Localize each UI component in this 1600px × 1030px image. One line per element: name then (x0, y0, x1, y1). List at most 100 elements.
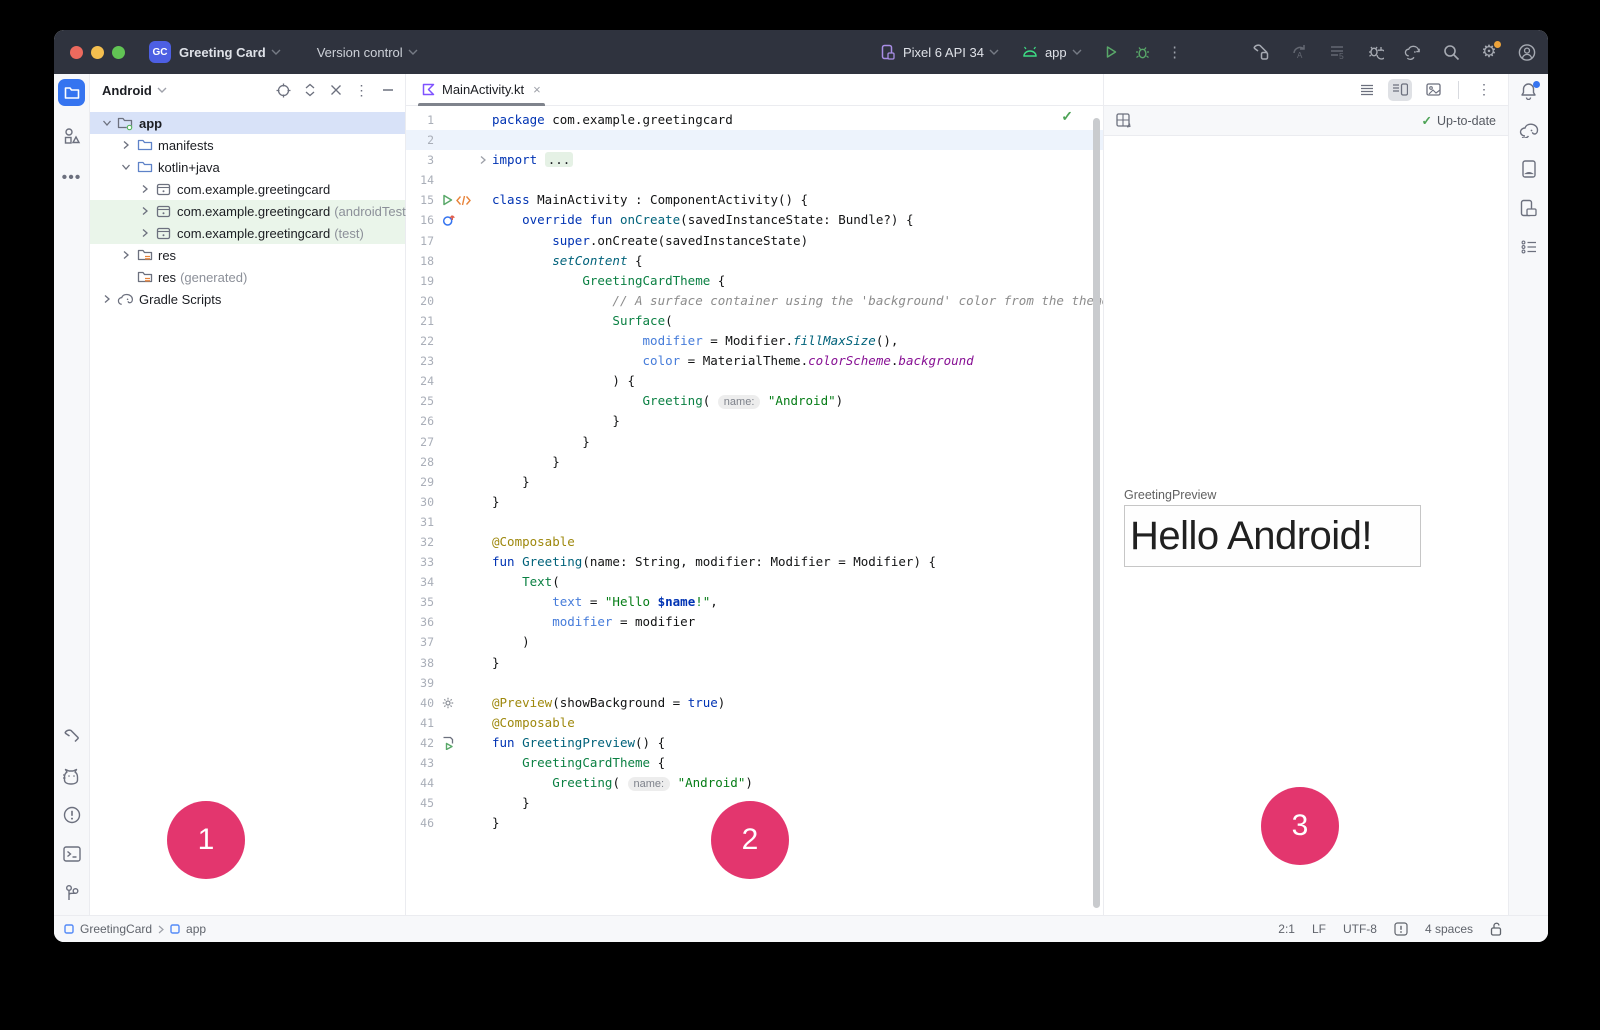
code-line[interactable]: 37 ) (406, 632, 1103, 652)
close-tab-icon[interactable]: × (533, 82, 541, 97)
problems-tool-window-icon[interactable] (62, 805, 82, 825)
settings-button[interactable]: ⚙ (1480, 43, 1498, 61)
code-view-button[interactable] (1355, 79, 1379, 101)
tree-item[interactable]: app (90, 112, 405, 134)
zoom-window-icon[interactable] (112, 46, 125, 59)
code-line[interactable]: 43 GreetingCardTheme { (406, 753, 1103, 773)
code-line[interactable]: 23 color = MaterialTheme.colorScheme.bac… (406, 351, 1103, 371)
expand-all-button[interactable] (302, 83, 317, 98)
code-line[interactable]: 30} (406, 492, 1103, 512)
tag-icon[interactable] (456, 195, 471, 206)
code-line[interactable]: 33fun Greeting(name: String, modifier: M… (406, 552, 1103, 572)
override-icon[interactable] (442, 214, 455, 227)
fold-chevron-icon[interactable] (476, 155, 490, 165)
code-line[interactable]: 22 modifier = Modifier.fillMaxSize(), (406, 331, 1103, 351)
notifications-icon[interactable] (1519, 81, 1539, 101)
inspections-ok-icon[interactable]: ✓ (1061, 108, 1073, 125)
project-name-menu[interactable]: Greeting Card (179, 45, 266, 60)
previewRun-icon[interactable] (442, 736, 454, 750)
indent-setting[interactable]: 4 spaces (1425, 922, 1473, 936)
code-line[interactable]: 21 Surface( (406, 311, 1103, 331)
profiler-button[interactable] (1366, 43, 1384, 61)
code-line[interactable]: 44 Greeting( name: "Android") (406, 773, 1103, 793)
tree-item[interactable]: res (90, 244, 405, 266)
code-line[interactable]: 34 Text( (406, 572, 1103, 592)
terminal-tool-window-icon[interactable] (62, 844, 82, 864)
caret-position[interactable]: 2:1 (1278, 922, 1295, 936)
code-line[interactable]: 14 (406, 170, 1103, 190)
minimize-window-icon[interactable] (91, 46, 104, 59)
hide-panel-button[interactable] (380, 83, 395, 98)
build-variants-button[interactable]: 5 (1328, 43, 1346, 61)
tab-mainactivity[interactable]: MainActivity.kt × (418, 74, 545, 105)
code-line[interactable]: 17 super.onCreate(savedInstanceState) (406, 231, 1103, 251)
code-line[interactable]: 20 // A surface container using the 'bac… (406, 291, 1103, 311)
code-area[interactable]: 1package com.example.greetingcard23impor… (406, 106, 1103, 915)
version-control-menu[interactable]: Version control (317, 45, 403, 60)
preview-composable-label[interactable]: GreetingPreview (1124, 488, 1216, 502)
code-line[interactable]: 16 override fun onCreate(savedInstanceSt… (406, 210, 1103, 230)
code-line[interactable]: 1package com.example.greetingcard (406, 110, 1103, 130)
resource-manager-icon[interactable] (62, 126, 82, 146)
chevron-down-icon[interactable] (100, 119, 114, 127)
line-separator[interactable]: LF (1312, 922, 1326, 936)
running-devices-icon[interactable] (1519, 198, 1539, 218)
code-line[interactable]: 25 Greeting( name: "Android") (406, 391, 1103, 411)
run-button[interactable] (1102, 43, 1120, 61)
search-everywhere-button[interactable] (1442, 43, 1460, 61)
breadcrumb-module[interactable]: app (186, 922, 206, 936)
code-line[interactable]: 26 } (406, 411, 1103, 431)
tree-item[interactable]: com.example.greetingcard (90, 178, 405, 200)
readonly-lock-icon[interactable] (1490, 922, 1502, 936)
chevron-down-icon[interactable] (119, 163, 133, 171)
chevron-right-icon[interactable] (138, 206, 152, 216)
profile-avatar-button[interactable] (1518, 43, 1536, 61)
code-line[interactable]: 31 (406, 512, 1103, 532)
chevron-right-icon[interactable] (100, 294, 114, 304)
code-line[interactable]: 35 text = "Hello $name!", (406, 592, 1103, 612)
highlighting-level-icon[interactable] (1394, 922, 1408, 936)
build-button[interactable] (1252, 43, 1270, 61)
file-encoding[interactable]: UTF-8 (1343, 922, 1377, 936)
code-line[interactable]: 36 modifier = modifier (406, 612, 1103, 632)
version-control-tool-window-icon[interactable] (62, 883, 82, 903)
code-line[interactable]: 32@Composable (406, 532, 1103, 552)
tree-item[interactable]: manifests (90, 134, 405, 156)
window-controls[interactable] (54, 46, 125, 59)
code-line[interactable]: 29 } (406, 472, 1103, 492)
panel-options-button[interactable]: ⋮ (354, 83, 369, 98)
code-line[interactable]: 27 } (406, 432, 1103, 452)
gradle-tool-window-icon[interactable] (1519, 120, 1539, 140)
code-line[interactable]: 38} (406, 653, 1103, 673)
project-view-selector[interactable]: Android (102, 83, 152, 98)
structure-list-icon[interactable] (1519, 237, 1539, 257)
locate-file-button[interactable] (276, 83, 291, 98)
preview-options-button[interactable]: ⋮ (1472, 79, 1496, 101)
chevron-right-icon[interactable] (119, 140, 133, 150)
code-line[interactable]: 28 } (406, 452, 1103, 472)
code-line[interactable]: 42fun GreetingPreview() { (406, 733, 1103, 753)
compose-preview-frame[interactable]: Hello Android! (1124, 505, 1421, 567)
tree-item[interactable]: Gradle Scripts (90, 288, 405, 310)
tree-item[interactable]: res(generated) (90, 266, 405, 288)
device-manager-icon[interactable] (1519, 159, 1539, 179)
project-tool-window-button[interactable] (58, 79, 85, 106)
chevron-right-icon[interactable] (119, 250, 133, 260)
code-line[interactable]: 24 ) { (406, 371, 1103, 391)
build-tool-window-icon[interactable] (62, 727, 82, 747)
code-line[interactable]: 2 (406, 130, 1103, 150)
editor-scrollbar[interactable] (1093, 118, 1100, 908)
run-icon[interactable] (442, 194, 453, 206)
more-tool-windows-icon[interactable]: ••• (62, 168, 82, 188)
split-view-button[interactable] (1388, 79, 1412, 101)
more-actions-button[interactable]: ⋮ (1166, 43, 1184, 61)
switch-layout-icon[interactable] (1116, 113, 1131, 128)
breadcrumb-project[interactable]: GreetingCard (80, 922, 152, 936)
code-line[interactable]: 15class MainActivity : ComponentActivity… (406, 190, 1103, 210)
design-view-button[interactable] (1421, 79, 1445, 101)
tree-item[interactable]: com.example.greetingcard(androidTest) (90, 200, 405, 222)
code-line[interactable]: 3import ... (406, 150, 1103, 170)
code-line[interactable]: 41@Composable (406, 713, 1103, 733)
code-line[interactable]: 19 GreetingCardTheme { (406, 271, 1103, 291)
run-configuration-selector[interactable]: app (1045, 45, 1067, 60)
